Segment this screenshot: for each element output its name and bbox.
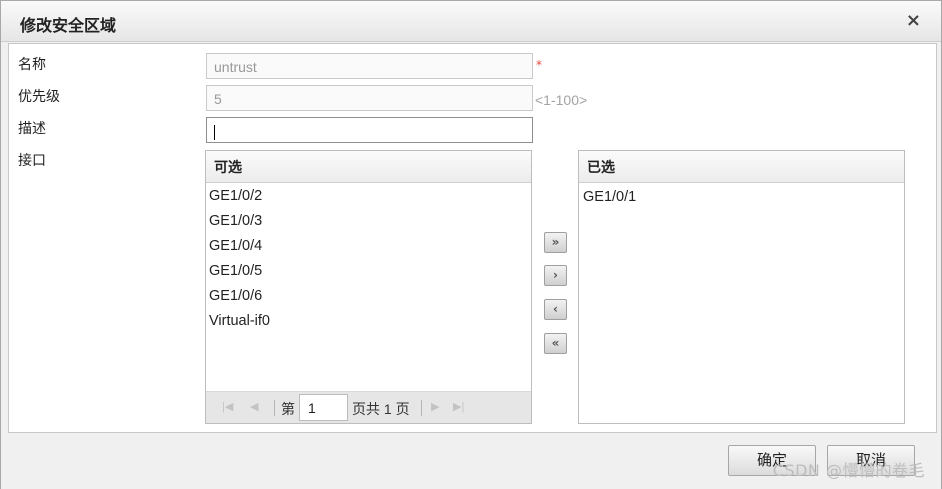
remove-all-button[interactable]: « bbox=[544, 333, 567, 354]
list-item[interactable]: GE1/0/6 bbox=[206, 284, 531, 309]
available-header: 可选 bbox=[206, 151, 531, 183]
add-button[interactable]: › bbox=[544, 265, 567, 286]
pagination-bar: |◀ ◀ 第 页共 1 页 ▶ ▶| bbox=[206, 391, 531, 423]
selected-list: GE1/0/1 bbox=[579, 183, 904, 210]
csdn-watermark: CSDN @懵懵的卷毛 bbox=[772, 461, 925, 480]
available-list: GE1/0/2 GE1/0/3 GE1/0/4 GE1/0/5 GE1/0/6 … bbox=[206, 183, 531, 334]
page-prefix: 第 bbox=[281, 401, 295, 417]
first-page-icon[interactable]: |◀ bbox=[222, 399, 233, 415]
required-mark: * bbox=[536, 58, 542, 72]
description-input[interactable] bbox=[206, 117, 533, 143]
dialog-titlebar: 修改安全区域 × bbox=[1, 1, 941, 42]
list-item[interactable]: Virtual-if0 bbox=[206, 309, 531, 334]
list-item[interactable]: GE1/0/4 bbox=[206, 234, 531, 259]
close-icon[interactable]: × bbox=[906, 11, 921, 31]
last-page-icon[interactable]: ▶| bbox=[453, 399, 464, 415]
description-label: 描述 bbox=[18, 121, 46, 137]
list-item[interactable]: GE1/0/2 bbox=[206, 184, 531, 209]
pager-divider bbox=[274, 400, 275, 416]
list-item[interactable]: GE1/0/3 bbox=[206, 209, 531, 234]
text-caret bbox=[214, 124, 215, 140]
selected-header: 已选 bbox=[579, 151, 904, 183]
priority-field: 5 bbox=[206, 85, 533, 111]
next-page-icon[interactable]: ▶ bbox=[431, 399, 439, 415]
dialog-body: 名称 untrust * 优先级 5 <1-100> 描述 接口 可选 GE1/… bbox=[8, 43, 937, 433]
selected-interfaces-panel: 已选 GE1/0/1 bbox=[578, 150, 905, 424]
name-field: untrust bbox=[206, 53, 533, 79]
name-label: 名称 bbox=[18, 57, 46, 73]
dialog-title: 修改安全区域 bbox=[20, 16, 117, 35]
prev-page-icon[interactable]: ◀ bbox=[250, 399, 258, 415]
page-total: 页共 1 页 bbox=[352, 401, 410, 417]
remove-button[interactable]: ‹ bbox=[544, 299, 567, 320]
page-number-input[interactable] bbox=[299, 394, 348, 421]
add-all-button[interactable]: » bbox=[544, 232, 567, 253]
priority-label: 优先级 bbox=[18, 89, 60, 105]
list-item[interactable]: GE1/0/5 bbox=[206, 259, 531, 284]
interface-label: 接口 bbox=[18, 153, 46, 169]
list-item[interactable]: GE1/0/1 bbox=[580, 185, 904, 210]
available-interfaces-panel: 可选 GE1/0/2 GE1/0/3 GE1/0/4 GE1/0/5 GE1/0… bbox=[205, 150, 532, 424]
edit-security-zone-dialog: 修改安全区域 × 名称 untrust * 优先级 5 <1-100> 描述 接… bbox=[0, 0, 942, 489]
pager-divider bbox=[421, 400, 422, 416]
priority-range-hint: <1-100> bbox=[535, 92, 588, 108]
